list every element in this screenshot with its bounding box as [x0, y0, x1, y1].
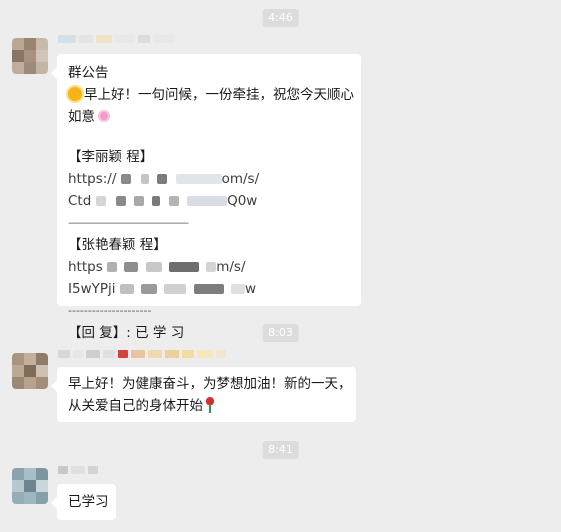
avatar[interactable] — [12, 468, 48, 504]
section1-link-line1[interactable]: https:// om/s/ — [68, 168, 350, 190]
section1-link-start: https:// — [68, 171, 117, 187]
sender-name-blurred — [58, 465, 98, 475]
redaction-block — [134, 196, 145, 206]
section1-link-start-2: Ctd — [68, 193, 92, 209]
redaction-block — [168, 262, 199, 272]
announcement-bubble[interactable]: 群公告 早上好！一句问候，一份牵挂，祝您今天顺心 如意 【李丽颖 程】 http… — [51, 54, 361, 341]
section1-link-end: om/s/ — [221, 171, 260, 187]
section1-link-end-2: Q0w — [227, 193, 258, 209]
section2-header: 【张艳春颖 程】 — [68, 237, 167, 253]
greeting-text: 早上好！一句问候，一份牵挂，祝您今天顺心 — [84, 87, 354, 103]
section2-link-end: m/s/ — [216, 259, 246, 275]
redaction-block — [193, 284, 224, 294]
section2-link-end-2: w — [245, 281, 257, 297]
redaction-block — [157, 174, 168, 184]
redaction-block — [168, 196, 179, 206]
section2-link-line2[interactable]: I5wYPji w — [68, 278, 350, 300]
redaction-block — [141, 284, 158, 294]
announcement-title: 群公告 — [68, 65, 109, 81]
message-text-part: 从关爱自己的身体开始 — [68, 398, 203, 414]
timestamp-pill: 4:46 — [262, 9, 299, 27]
divider: ———————————— — [68, 216, 189, 229]
greeting-line: 早上好！一句问候，一份牵挂，祝您今天顺心 — [68, 84, 354, 106]
message-text: 已学习 — [68, 494, 109, 510]
section1-header: 【李丽颖 程】 — [68, 149, 154, 165]
section2-link-line1[interactable]: https m/s/ — [68, 256, 350, 278]
redaction-block — [206, 262, 217, 272]
redaction-block — [175, 174, 222, 184]
rose-emoji-icon — [206, 397, 214, 413]
message-text-line-2: 从关爱自己的身体开始 — [68, 395, 345, 417]
redaction-block — [164, 284, 187, 294]
greeting-line-2: 如意 — [68, 106, 350, 128]
message-text-line: 早上好！为健康奋斗，为梦想加油！新的一天， — [68, 376, 352, 392]
section2-link-start-2: I5wYPji — [68, 281, 116, 297]
sender-name-blurred — [58, 34, 175, 44]
redaction-block — [115, 196, 126, 206]
redaction-block — [152, 196, 161, 206]
avatar[interactable] — [12, 353, 48, 389]
avatar[interactable] — [12, 38, 48, 74]
redaction-block — [124, 262, 139, 272]
message-bubble[interactable]: 已学习 — [51, 484, 116, 520]
sun-emoji-icon — [68, 87, 82, 101]
section1-link-line2[interactable]: Ctd Q0w — [68, 190, 350, 212]
redaction-block — [119, 284, 134, 294]
flower-emoji-icon — [98, 110, 110, 122]
divider: --------------------- — [68, 304, 152, 317]
reply-instruction: 【回 复】: 已 学 习 — [68, 325, 185, 341]
section2-link-start: https — [68, 259, 103, 275]
redaction-block — [187, 196, 228, 206]
redaction-block — [145, 262, 162, 272]
redaction-block — [95, 196, 106, 206]
redaction-block — [231, 284, 245, 294]
timestamp-pill: 8:03 — [262, 324, 299, 342]
timestamp-pill: 8:41 — [262, 441, 299, 459]
sender-name-blurred — [58, 349, 226, 359]
redaction-block — [107, 262, 118, 272]
redaction-block — [120, 174, 131, 184]
greeting-end-text: 如意 — [68, 109, 95, 125]
message-bubble[interactable]: 早上好！为健康奋斗，为梦想加油！新的一天， 从关爱自己的身体开始 — [51, 367, 356, 422]
redaction-block — [140, 174, 149, 184]
